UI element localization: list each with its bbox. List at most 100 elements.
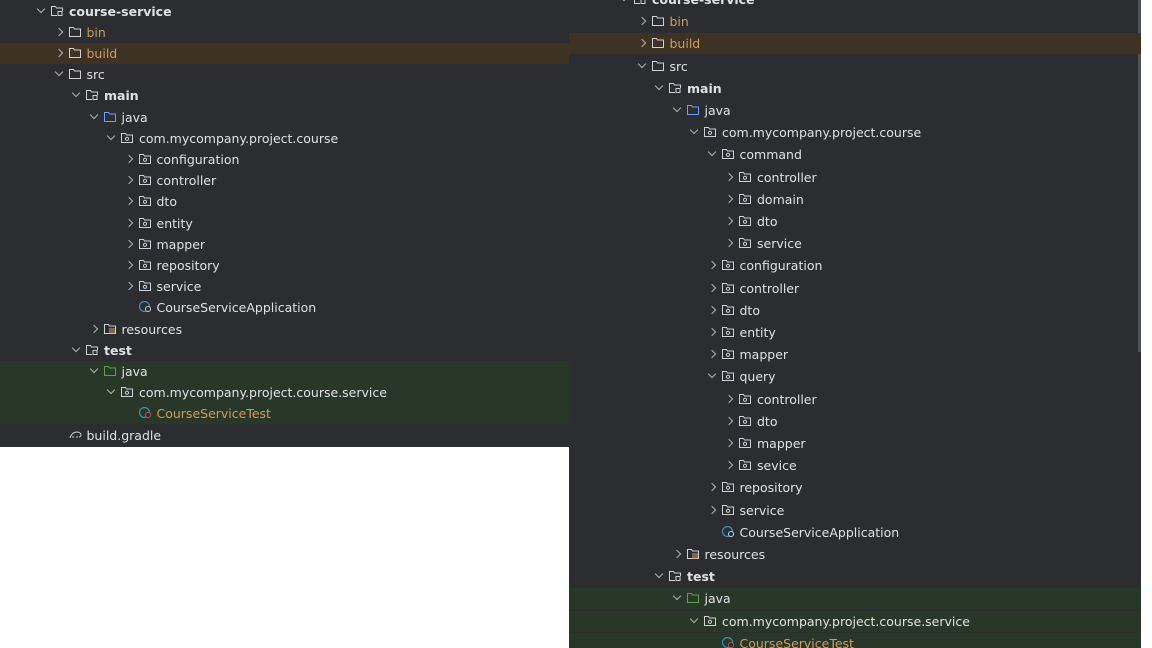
tree-row[interactable]: controller xyxy=(0,170,569,191)
tree-item-label: src xyxy=(669,58,688,74)
chevron-down-icon[interactable] xyxy=(707,370,716,379)
tree-row[interactable]: resources xyxy=(569,544,1141,565)
tree-row[interactable]: build xyxy=(0,42,569,64)
chevron-right-icon[interactable] xyxy=(124,218,133,227)
tree-row[interactable]: entity xyxy=(569,322,1141,343)
tree-row[interactable]: repository xyxy=(569,477,1141,498)
tree-row[interactable]: java xyxy=(0,107,569,128)
tree-row[interactable]: test xyxy=(0,340,569,361)
chevron-right-icon[interactable] xyxy=(724,438,734,448)
tree-row[interactable]: service xyxy=(569,500,1141,521)
tree-row[interactable]: java xyxy=(0,360,569,382)
chevron-down-icon[interactable] xyxy=(637,59,646,68)
chevron-down-icon[interactable] xyxy=(71,89,81,98)
chevron-down-icon[interactable] xyxy=(71,343,81,352)
chevron-right-icon[interactable] xyxy=(724,416,734,426)
chevron-right-icon[interactable] xyxy=(124,197,133,206)
tree-row[interactable]: mapper xyxy=(569,344,1141,365)
chevron-down-icon[interactable] xyxy=(672,592,681,601)
chevron-right-icon[interactable] xyxy=(637,39,646,48)
tree-row[interactable]: bin xyxy=(569,11,1141,32)
tree-row[interactable]: src xyxy=(569,56,1141,77)
tree-row[interactable]: mapper xyxy=(569,433,1141,454)
chevron-down-icon[interactable] xyxy=(689,614,699,623)
tree-row[interactable]: build.gradle xyxy=(0,425,569,446)
chevron-right-icon[interactable] xyxy=(54,48,63,58)
chevron-right-icon[interactable] xyxy=(707,261,716,270)
chevron-right-icon[interactable] xyxy=(54,27,63,36)
tree-row[interactable]: CourseServiceTest xyxy=(569,632,1141,648)
chevron-down-icon[interactable] xyxy=(654,81,664,91)
chevron-right-icon[interactable] xyxy=(124,154,133,164)
chevron-right-icon[interactable] xyxy=(707,327,716,337)
chevron-right-icon[interactable] xyxy=(672,549,681,559)
chevron-right-icon[interactable] xyxy=(724,460,734,470)
chevron-down-icon[interactable] xyxy=(54,67,63,77)
tree-row[interactable]: src xyxy=(0,64,569,85)
package-icon xyxy=(739,459,751,471)
tree-row[interactable]: dto xyxy=(569,411,1141,432)
tree-row[interactable]: java xyxy=(569,588,1141,610)
chevron-down-icon[interactable] xyxy=(689,125,699,135)
tree-row[interactable]: service xyxy=(569,233,1141,254)
tree-row[interactable]: dto xyxy=(569,211,1141,232)
chevron-right-icon[interactable] xyxy=(707,505,716,514)
chevron-right-icon[interactable] xyxy=(707,305,716,315)
tree-row[interactable]: service xyxy=(0,276,569,297)
tree-row[interactable]: entity xyxy=(0,213,569,234)
chevron-down-icon[interactable] xyxy=(707,148,716,157)
chevron-right-icon[interactable] xyxy=(724,194,734,204)
chevron-right-icon[interactable] xyxy=(124,281,133,291)
tree-row[interactable]: build xyxy=(569,33,1141,55)
tree-row[interactable]: com.mycompany.project.course xyxy=(0,128,569,149)
chevron-right-icon[interactable] xyxy=(124,239,133,248)
chevron-right-icon[interactable] xyxy=(724,172,734,181)
chevron-right-icon[interactable] xyxy=(724,216,734,226)
chevron-right-icon[interactable] xyxy=(707,483,716,492)
chevron-right-icon[interactable] xyxy=(707,283,716,292)
tree-row[interactable]: test xyxy=(569,566,1141,587)
tree-row[interactable]: controller xyxy=(569,167,1141,188)
chevron-right-icon[interactable] xyxy=(124,260,133,270)
chevron-down-icon[interactable] xyxy=(619,0,629,2)
tree-row[interactable]: bin xyxy=(0,22,569,43)
tree-row[interactable]: java xyxy=(569,100,1141,121)
tree-row[interactable]: course-service xyxy=(0,1,569,22)
tree-row[interactable]: sevice xyxy=(569,455,1141,476)
chevron-right-icon[interactable] xyxy=(124,175,133,185)
chevron-down-icon[interactable] xyxy=(654,569,664,579)
tree-row[interactable]: resources xyxy=(0,319,569,340)
tree-item-label: entity xyxy=(739,325,776,340)
chevron-down-icon[interactable] xyxy=(89,110,98,119)
chevron-down-icon[interactable] xyxy=(106,385,116,395)
tree-row[interactable]: configuration xyxy=(0,149,569,170)
tree-row[interactable]: dto xyxy=(0,191,569,212)
chevron-down-icon[interactable] xyxy=(106,131,116,140)
tree-row[interactable]: CourseServiceApplication xyxy=(569,522,1141,543)
tree-row[interactable]: mapper xyxy=(0,234,569,255)
tree-row[interactable]: main xyxy=(0,85,569,106)
tree-row[interactable]: com.mycompany.project.course.service xyxy=(0,382,569,404)
tree-row[interactable]: dto xyxy=(569,300,1141,321)
tree-row[interactable]: controller xyxy=(569,389,1141,410)
chevron-down-icon[interactable] xyxy=(89,364,98,374)
chevron-right-icon[interactable] xyxy=(707,349,716,359)
tree-row[interactable]: CourseServiceApplication xyxy=(0,297,569,318)
chevron-down-icon[interactable] xyxy=(36,4,46,13)
tree-row[interactable]: course-service xyxy=(569,0,1141,10)
tree-row[interactable]: configuration xyxy=(569,255,1141,276)
tree-row[interactable]: com.mycompany.project.course xyxy=(569,122,1141,143)
tree-row[interactable]: repository xyxy=(0,255,569,276)
chevron-right-icon[interactable] xyxy=(637,16,646,26)
chevron-right-icon[interactable] xyxy=(724,238,734,248)
chevron-right-icon[interactable] xyxy=(724,394,734,403)
tree-row[interactable]: query xyxy=(569,366,1141,387)
tree-row[interactable]: com.mycompany.project.course.service xyxy=(569,610,1141,632)
chevron-right-icon[interactable] xyxy=(89,324,98,333)
tree-row[interactable]: command xyxy=(569,144,1141,165)
tree-row[interactable]: CourseServiceTest xyxy=(0,403,569,425)
chevron-down-icon[interactable] xyxy=(672,103,681,113)
tree-row[interactable]: main xyxy=(569,78,1141,99)
tree-row[interactable]: controller xyxy=(569,278,1141,299)
tree-row[interactable]: domain xyxy=(569,189,1141,210)
